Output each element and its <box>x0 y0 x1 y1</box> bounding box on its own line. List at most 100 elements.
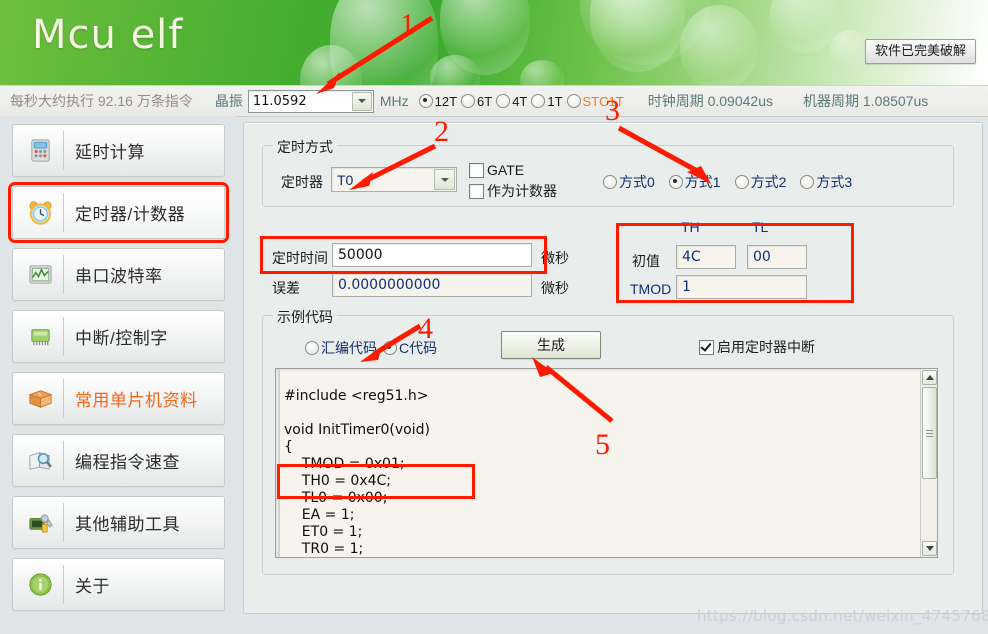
clock-mode-radio-6t[interactable]: 6T <box>461 94 492 109</box>
clock-mode-label: 6T <box>477 93 493 109</box>
mode-radio-1[interactable]: 方式1 <box>668 172 721 192</box>
radio-icon <box>734 175 749 189</box>
tools-icon <box>29 514 53 533</box>
sidebar: 延时计算 定时器/计数器 串口波特率 中断/控制字 A 常用单片机资料 编程指令… <box>0 116 237 634</box>
machine-period-text: 机器周期 1.08507us <box>803 93 929 109</box>
enable-timer-interrupt-label: 启用定时器中断 <box>717 339 815 355</box>
mode-radio-2[interactable]: 方式2 <box>734 172 786 192</box>
chevron-down-icon[interactable] <box>434 169 455 190</box>
group-legend: 定时方式 <box>273 137 337 157</box>
radio-icon <box>800 175 815 189</box>
mhz-unit-label: MHz <box>379 93 409 109</box>
alarm-clock-icon <box>29 201 52 225</box>
error-unit: 微秒 <box>541 280 569 296</box>
radio-icon <box>418 94 433 108</box>
sidebar-item-mcu-docs[interactable]: A 常用单片机资料 <box>12 372 225 425</box>
crack-status-button[interactable]: 软件已完美破解 <box>864 39 976 64</box>
error-value-field: 0.0000000000 <box>332 273 532 297</box>
code-output-textarea[interactable]: #include <reg51.h> void InitTimer0(void)… <box>275 368 938 558</box>
app-logo: Mcu elf <box>32 12 184 58</box>
bubble-decoration <box>580 0 710 65</box>
timer-select-combo[interactable]: T0 <box>331 167 457 192</box>
bubble-decoration <box>680 5 758 85</box>
gate-checkbox[interactable]: GATE <box>469 162 524 178</box>
chip-icon <box>31 329 50 346</box>
sidebar-item-label: 延时计算 <box>75 143 145 162</box>
divider <box>63 441 64 480</box>
bubble-decoration <box>590 0 685 72</box>
waveform-monitor-icon <box>29 265 52 284</box>
as-counter-checkbox[interactable]: 作为计数器 <box>469 181 557 201</box>
grip-icon <box>926 429 933 437</box>
error-label: 误差 <box>272 280 300 296</box>
radio-icon <box>603 175 617 189</box>
annotation-number-4: 4 <box>418 312 433 345</box>
instructions-per-second-text: 每秒大约执行 92.16 万条指令 <box>10 93 193 109</box>
annotation-box-initial-values <box>616 223 854 303</box>
gate-label: GATE <box>487 162 525 178</box>
as-counter-label: 作为计数器 <box>487 183 557 199</box>
mode-label: 方式1 <box>684 174 721 190</box>
app-header: Mcu elf 软件已完美破解 <box>0 0 988 85</box>
mode-radio-0[interactable]: 方式0 <box>603 172 655 192</box>
text-margin-rule <box>278 369 280 557</box>
mode-label: 方式3 <box>816 174 853 190</box>
annotation-number-3: 3 <box>605 94 620 127</box>
bubble-decoration <box>440 0 530 75</box>
sidebar-item-instruction-lookup[interactable]: 编程指令速查 <box>12 434 225 487</box>
sidebar-item-label: 关于 <box>75 577 110 596</box>
scroll-up-icon[interactable] <box>922 370 937 385</box>
clock-mode-radio-12t[interactable]: 12T <box>418 94 457 109</box>
bubble-decoration <box>330 0 438 85</box>
svg-text:A: A <box>39 393 42 397</box>
divider <box>63 503 64 542</box>
divider <box>63 317 64 356</box>
calculator-icon <box>31 139 50 162</box>
annotation-number-2: 2 <box>434 115 449 148</box>
info-icon <box>29 573 52 596</box>
timer-mode-radio-group: 方式0 方式1 方式2 方式3 <box>603 172 852 192</box>
clock-mode-label: 4T <box>512 93 528 109</box>
timer-select-value: T0 <box>337 171 354 188</box>
sidebar-item-label: 串口波特率 <box>75 267 163 286</box>
divider <box>63 255 64 294</box>
crystal-frequency-combo[interactable]: 11.0592 <box>247 89 374 113</box>
sidebar-item-other-tools[interactable]: 其他辅助工具 <box>12 496 225 549</box>
annotation-box-code-lines <box>277 464 475 499</box>
clock-mode-radio-4t[interactable]: 4T <box>496 94 527 109</box>
divider <box>63 131 64 170</box>
sidebar-item-baud-rate[interactable]: 串口波特率 <box>12 248 225 301</box>
status-bar: 每秒大约执行 92.16 万条指令 晶振 11.0592 MHz 12T 6T … <box>0 85 988 117</box>
bubble-decoration <box>770 0 840 53</box>
sidebar-item-label: 中断/控制字 <box>75 329 168 348</box>
sidebar-item-interrupt[interactable]: 中断/控制字 <box>12 310 225 363</box>
sidebar-item-delay-calc[interactable]: 延时计算 <box>12 124 225 177</box>
annotation-number-1: 1 <box>400 8 415 41</box>
clock-mode-label: 1T <box>547 93 563 109</box>
clock-mode-radio-1t[interactable]: 1T <box>531 93 563 109</box>
crystal-frequency-value: 11.0592 <box>252 93 307 109</box>
bubble-decoration <box>520 60 564 85</box>
main-panel: 定时方式 定时器 T0 GATE 作为计数器 方式0 方式1 方式2 方式3 定… <box>243 122 983 614</box>
asm-code-radio[interactable]: 汇编代码 <box>305 338 377 358</box>
chevron-down-icon[interactable] <box>351 91 372 111</box>
code-scrollbar[interactable] <box>920 369 937 557</box>
sidebar-item-timer-counter[interactable]: 定时器/计数器 <box>8 182 229 243</box>
bubble-decoration <box>300 45 362 85</box>
enable-timer-interrupt-checkbox[interactable]: 启用定时器中断 <box>699 337 815 357</box>
sidebar-item-label: 其他辅助工具 <box>75 515 180 534</box>
mode-radio-3[interactable]: 方式3 <box>800 172 852 192</box>
scroll-down-icon[interactable] <box>922 541 937 556</box>
sidebar-item-about[interactable]: 关于 <box>12 558 225 611</box>
divider <box>63 379 64 418</box>
book-icon: A <box>28 390 53 408</box>
scrollbar-thumb[interactable] <box>922 387 937 479</box>
group-legend: 示例代码 <box>273 307 337 327</box>
checkbox-icon <box>469 162 484 178</box>
crystal-label: 晶振 <box>214 93 243 109</box>
generate-button[interactable]: 生成 <box>501 331 601 359</box>
checkbox-icon <box>699 339 714 355</box>
bubble-decoration <box>430 55 480 85</box>
radio-icon <box>496 94 511 108</box>
sidebar-item-label: 定时器/计数器 <box>75 205 186 224</box>
